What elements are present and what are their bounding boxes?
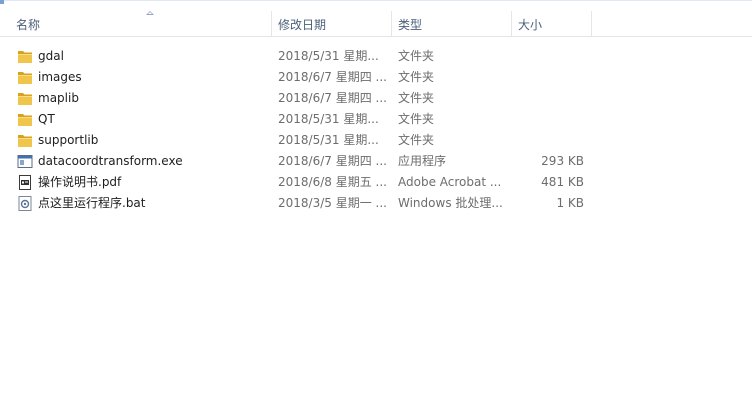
file-type: 文件夹 xyxy=(398,91,435,105)
file-type: Windows 批处理... xyxy=(398,196,503,210)
file-name: maplib xyxy=(38,91,79,105)
file-row[interactable]: gdal 2018/5/31 星期... 文件夹 xyxy=(0,46,752,67)
file-size: 1 KB xyxy=(556,196,584,210)
file-name: QT xyxy=(38,112,55,126)
file-size: 293 KB xyxy=(541,154,584,168)
file-size xyxy=(512,130,584,151)
file-row[interactable]: supportlib 2018/5/31 星期... 文件夹 xyxy=(0,130,752,151)
file-name: gdal xyxy=(38,49,64,63)
file-type: 应用程序 xyxy=(398,154,447,168)
file-name: 点这里运行程序.bat xyxy=(38,196,146,210)
file-size xyxy=(512,88,584,109)
file-row[interactable]: 操作说明书.pdf 2018/6/8 星期五 ... Adobe Acrobat… xyxy=(0,172,752,193)
exe-icon xyxy=(17,155,33,168)
file-date: 2018/5/31 星期... xyxy=(278,112,379,126)
folder-icon xyxy=(18,135,32,147)
file-date: 2018/6/8 星期五 ... xyxy=(278,175,387,189)
window-top-border xyxy=(0,0,752,1)
file-date: 2018/6/7 星期四 ... xyxy=(278,70,387,84)
folder-icon xyxy=(18,93,32,105)
file-name: datacoordtransform.exe xyxy=(38,154,183,168)
file-name: 操作说明书.pdf xyxy=(38,175,122,189)
file-size: 481 KB xyxy=(541,175,584,189)
column-header-date-label: 修改日期 xyxy=(278,18,327,32)
column-header-size[interactable]: 大小 xyxy=(512,11,592,36)
file-row[interactable]: maplib 2018/6/7 星期四 ... 文件夹 xyxy=(0,88,752,109)
file-name: supportlib xyxy=(38,133,99,147)
file-date: 2018/5/31 星期... xyxy=(278,133,379,147)
file-type: 文件夹 xyxy=(398,133,435,147)
pdf-icon xyxy=(19,175,31,190)
file-row[interactable]: 点这里运行程序.bat 2018/3/5 星期一 ... Windows 批处理… xyxy=(0,193,752,214)
file-list: gdal 2018/5/31 星期... 文件夹 images 2018/6/7… xyxy=(0,46,752,214)
file-type: 文件夹 xyxy=(398,49,435,63)
file-type: 文件夹 xyxy=(398,112,435,126)
sort-ascending-icon xyxy=(146,11,154,15)
column-header-size-label: 大小 xyxy=(518,18,543,32)
column-header-bar: 名称 修改日期 类型 大小 xyxy=(0,11,752,37)
bat-icon xyxy=(18,196,32,211)
file-row[interactable]: QT 2018/5/31 星期... 文件夹 xyxy=(0,109,752,130)
column-header-date[interactable]: 修改日期 xyxy=(272,11,392,36)
file-row[interactable]: datacoordtransform.exe 2018/6/7 星期四 ... … xyxy=(0,151,752,172)
window-corner-marker xyxy=(0,0,4,4)
column-header-name-label: 名称 xyxy=(16,18,41,32)
file-type: Adobe Acrobat ... xyxy=(398,175,502,189)
folder-icon xyxy=(18,51,32,63)
column-header-name[interactable]: 名称 xyxy=(10,11,272,36)
file-date: 2018/5/31 星期... xyxy=(278,49,379,63)
folder-icon xyxy=(18,114,32,126)
file-date: 2018/6/7 星期四 ... xyxy=(278,91,387,105)
file-size xyxy=(512,46,584,67)
file-type: 文件夹 xyxy=(398,70,435,84)
column-header-type[interactable]: 类型 xyxy=(392,11,512,36)
file-date: 2018/6/7 星期四 ... xyxy=(278,154,387,168)
file-size xyxy=(512,67,584,88)
file-row[interactable]: images 2018/6/7 星期四 ... 文件夹 xyxy=(0,67,752,88)
column-header-type-label: 类型 xyxy=(398,18,423,32)
file-size xyxy=(512,109,584,130)
file-name: images xyxy=(38,70,82,84)
file-date: 2018/3/5 星期一 ... xyxy=(278,196,387,210)
folder-icon xyxy=(18,72,32,84)
